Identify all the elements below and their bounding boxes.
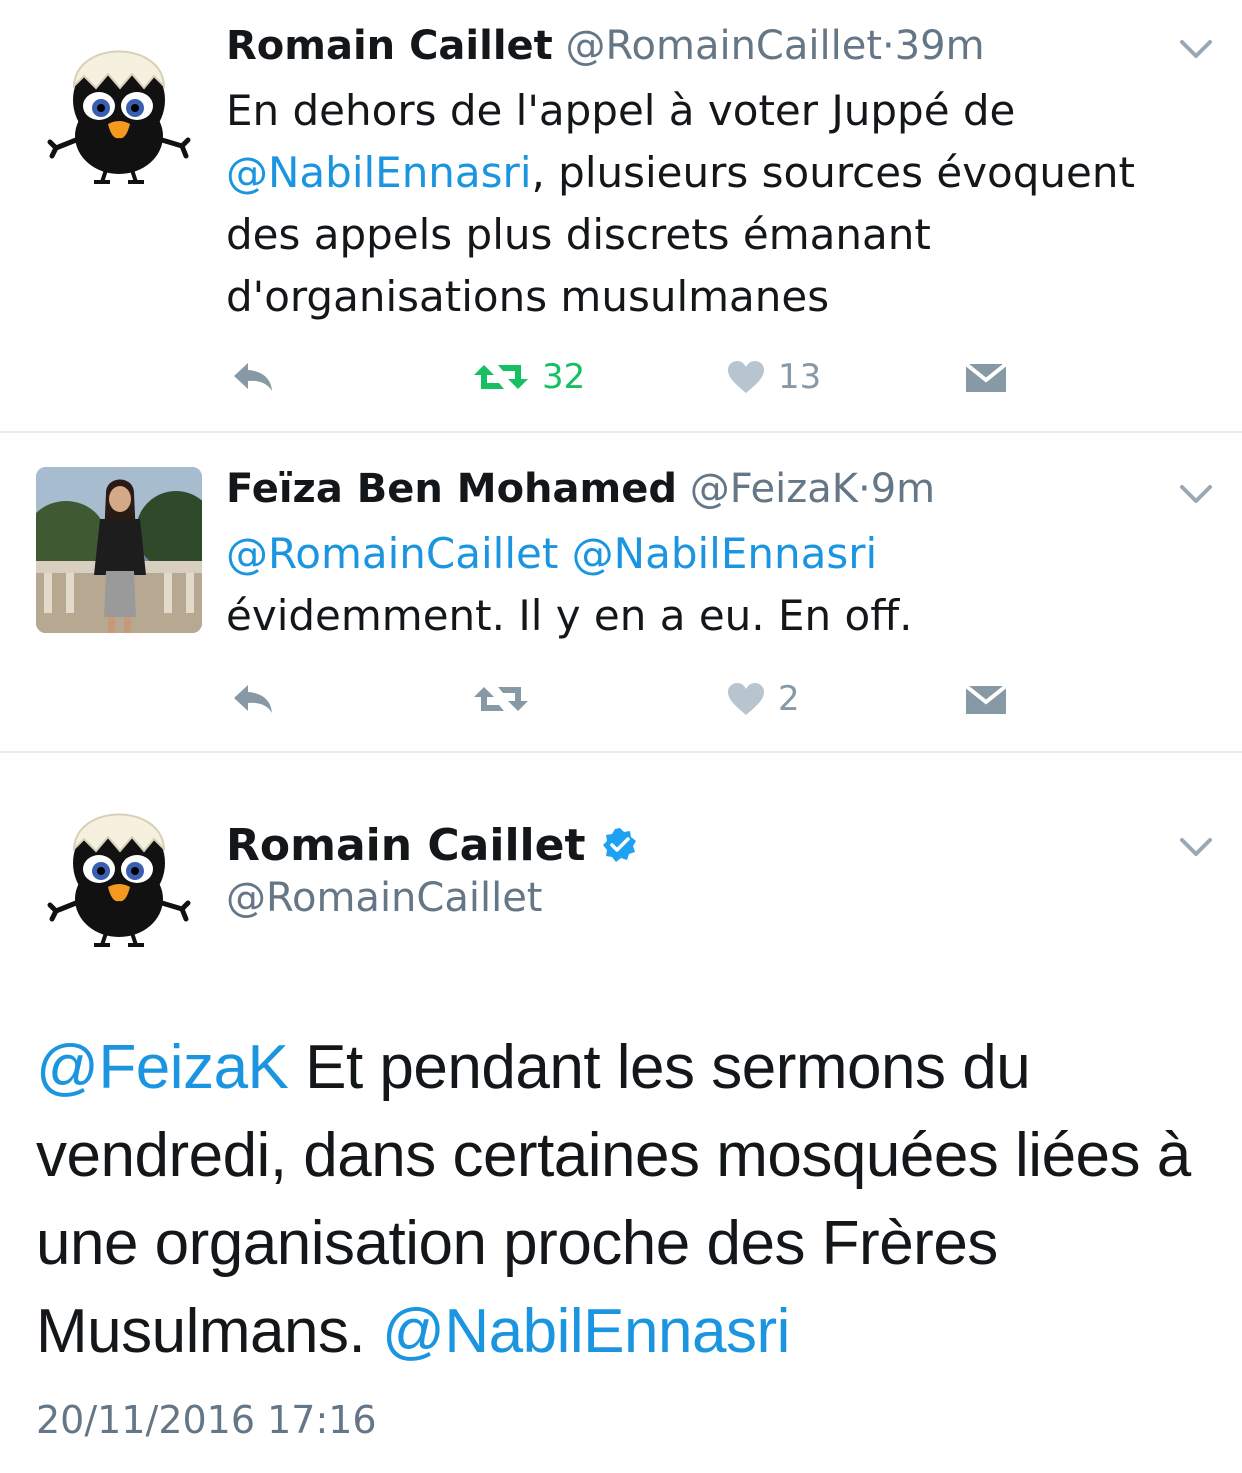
tweet-timestamp[interactable]: 20/11/2016 17:16: [36, 1396, 377, 1444]
author-handle[interactable]: @RomainCaillet: [566, 23, 882, 69]
tweet-text: @RomainCaillet @NabilEnnasri évidemment.…: [226, 523, 1216, 647]
detail-author-handle[interactable]: @RomainCaillet: [226, 874, 542, 922]
reply-button[interactable]: [230, 352, 276, 402]
dm-envelope-icon: [964, 362, 1008, 392]
author-name[interactable]: Feïza Ben Mohamed: [226, 466, 677, 512]
avatar-calimero[interactable]: [36, 793, 202, 959]
like-button[interactable]: 13: [726, 352, 821, 402]
tweet-text-part: évidemment. Il y en a eu. En off.: [226, 591, 913, 640]
avatar-photo[interactable]: [36, 467, 202, 633]
reply-button[interactable]: [230, 674, 276, 724]
dm-button[interactable]: [964, 674, 1008, 724]
separator-dot: ·: [882, 23, 895, 69]
heart-icon: [728, 361, 764, 393]
author-name[interactable]: Romain Caillet: [226, 820, 585, 871]
like-count: 2: [778, 679, 800, 719]
retweet-icon: [474, 365, 528, 389]
tweet-header: Feïza Ben Mohamed @FeizaK·9m: [226, 465, 935, 513]
retweet-icon: [474, 687, 528, 711]
like-button[interactable]: 2: [726, 674, 800, 724]
tweet-actions: 2: [226, 674, 1026, 724]
author-handle[interactable]: @FeizaK: [690, 466, 858, 512]
author-name[interactable]: Romain Caillet: [226, 23, 553, 69]
mention-link[interactable]: @RomainCaillet: [226, 529, 558, 578]
tweet-time[interactable]: 39m: [895, 23, 985, 69]
chevron-down-icon[interactable]: [1176, 832, 1216, 862]
retweet-count: 32: [542, 357, 586, 397]
detail-tweet-text: @FeizaK Et pendant les sermons du vendre…: [36, 1024, 1216, 1376]
dm-button[interactable]: [964, 352, 1008, 402]
like-count: 13: [778, 357, 822, 397]
chevron-down-icon[interactable]: [1176, 479, 1216, 509]
mention-link[interactable]: @FeizaK: [36, 1033, 289, 1102]
tweet-header: Romain Caillet @RomainCaillet·39m: [226, 22, 985, 70]
retweet-button[interactable]: 32: [472, 352, 585, 402]
tweet-2[interactable]: Feïza Ben Mohamed @FeizaK·9m @RomainCail…: [0, 433, 1242, 751]
retweet-button[interactable]: [472, 674, 530, 724]
detail-author-name[interactable]: Romain Caillet: [226, 820, 639, 872]
tweet-text-part: En dehors de l'appel à voter Juppé de: [226, 86, 1016, 135]
mention-link[interactable]: @NabilEnnasri: [226, 148, 531, 197]
mention-link[interactable]: @NabilEnnasri: [572, 529, 877, 578]
tweet-text: En dehors de l'appel à voter Juppé de @N…: [226, 80, 1216, 328]
tweet-time[interactable]: 9m: [871, 466, 935, 512]
tweet-1[interactable]: Romain Caillet @RomainCaillet·39m En deh…: [0, 0, 1242, 432]
avatar-calimero[interactable]: [36, 30, 202, 196]
separator-dot: ·: [857, 466, 871, 512]
heart-icon: [728, 683, 764, 715]
tweet-actions: 32 13: [226, 352, 1026, 402]
chevron-down-icon[interactable]: [1176, 34, 1216, 64]
mention-link[interactable]: @NabilEnnasri: [382, 1297, 790, 1366]
verified-badge-icon: [602, 828, 636, 862]
dm-envelope-icon: [964, 684, 1008, 714]
reply-icon: [234, 363, 272, 391]
reply-icon: [234, 685, 272, 713]
